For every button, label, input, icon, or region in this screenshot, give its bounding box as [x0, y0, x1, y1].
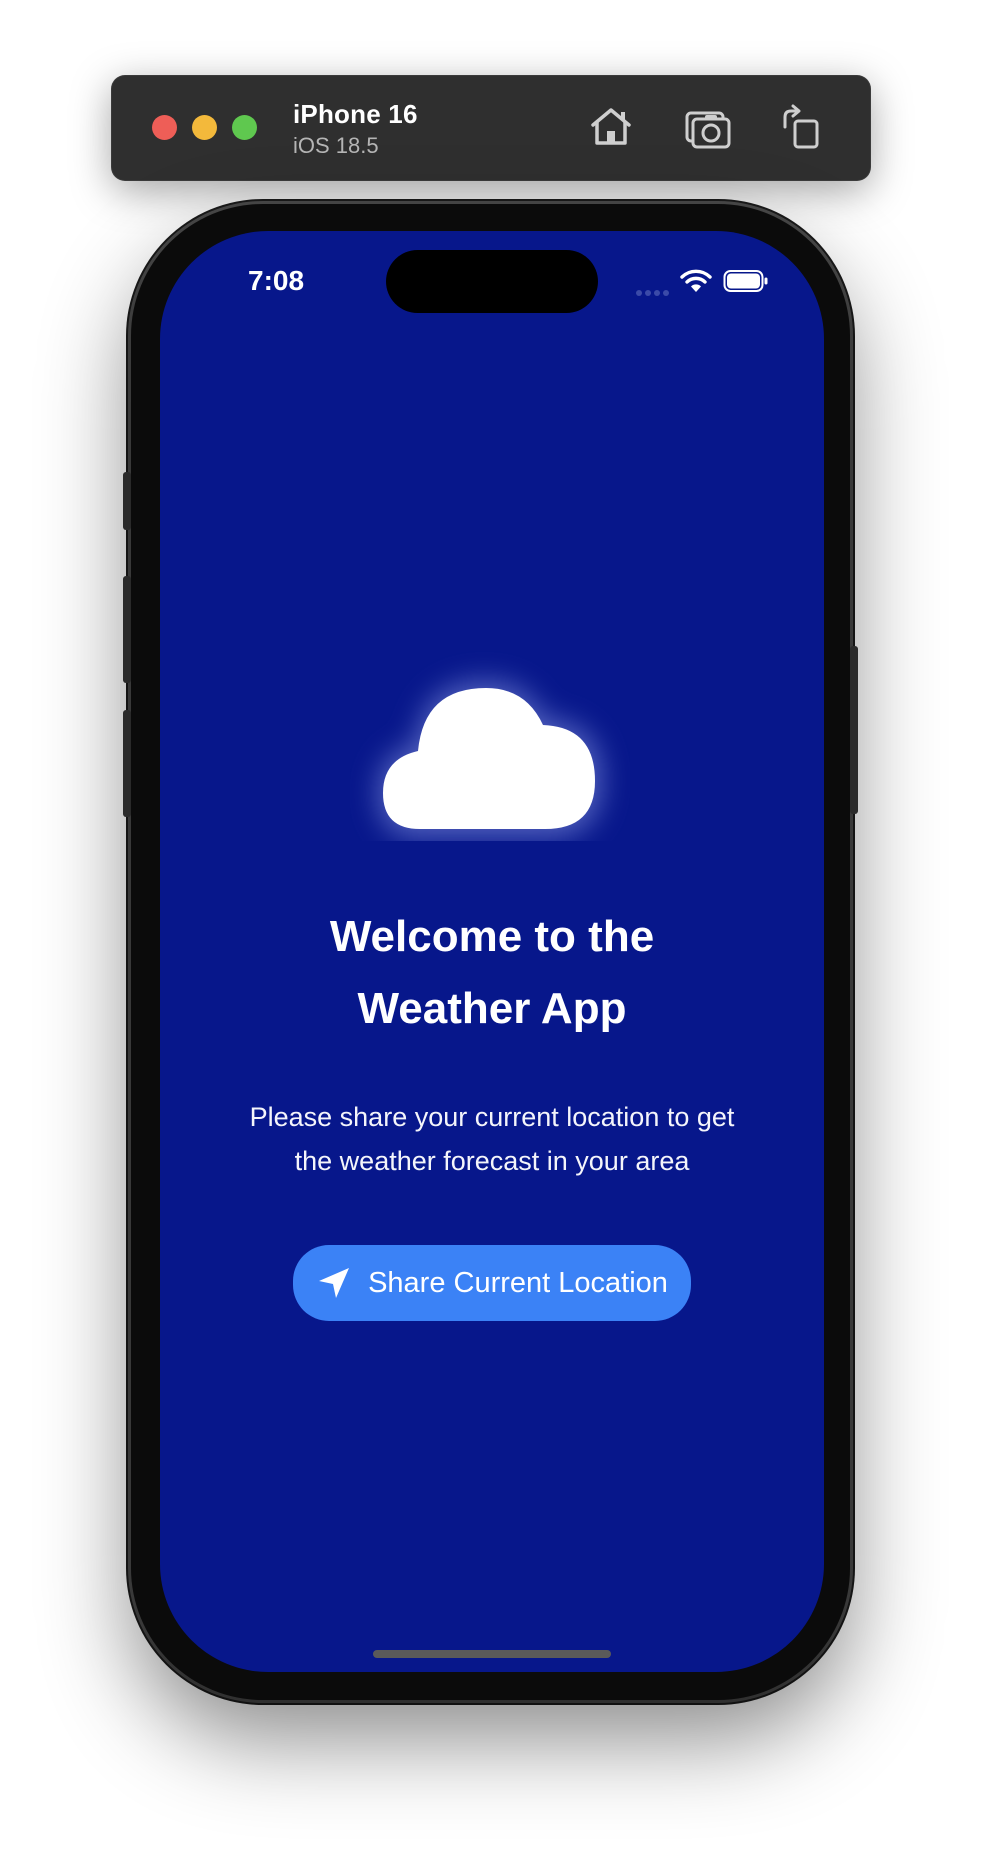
simulator-toolbar: iPhone 16 iOS 18.5 — [111, 75, 871, 181]
location-arrow-icon — [319, 1268, 350, 1298]
welcome-subtitle-line1: Please share your current location to ge… — [249, 1102, 735, 1132]
home-icon[interactable] — [585, 103, 637, 151]
battery-icon — [723, 270, 768, 292]
minimize-window-button[interactable] — [192, 115, 217, 140]
volume-down-button[interactable] — [123, 710, 131, 817]
welcome-title: Welcome to the Weather App — [160, 901, 824, 1045]
cloud-icon — [378, 681, 602, 838]
cellular-signal-icon — [636, 283, 672, 301]
home-indicator[interactable] — [373, 1650, 611, 1658]
screenshot-icon[interactable] — [683, 103, 735, 151]
zoom-window-button[interactable] — [232, 115, 257, 140]
welcome-title-line2: Weather App — [357, 984, 627, 1033]
power-button[interactable] — [850, 646, 858, 814]
share-location-button[interactable]: Share Current Location — [293, 1245, 691, 1321]
status-bar-time: 7:08 — [248, 265, 305, 296]
dynamic-island — [386, 250, 598, 313]
rotate-icon[interactable] — [775, 103, 827, 151]
share-location-button-label: Share Current Location — [368, 1266, 668, 1299]
action-button[interactable] — [123, 472, 131, 530]
close-window-button[interactable] — [152, 115, 177, 140]
device-os-version: iOS 18.5 — [293, 133, 379, 158]
welcome-subtitle-line2: the weather forecast in your area — [294, 1146, 690, 1176]
phone-screen: 7:08 Welcome to the Weather App Please s… — [160, 231, 824, 1672]
welcome-subtitle: Please share your current location to ge… — [160, 1095, 824, 1183]
volume-up-button[interactable] — [123, 576, 131, 683]
wifi-icon — [680, 269, 712, 292]
device-name: iPhone 16 — [293, 99, 418, 129]
welcome-title-line1: Welcome to the — [329, 912, 655, 961]
